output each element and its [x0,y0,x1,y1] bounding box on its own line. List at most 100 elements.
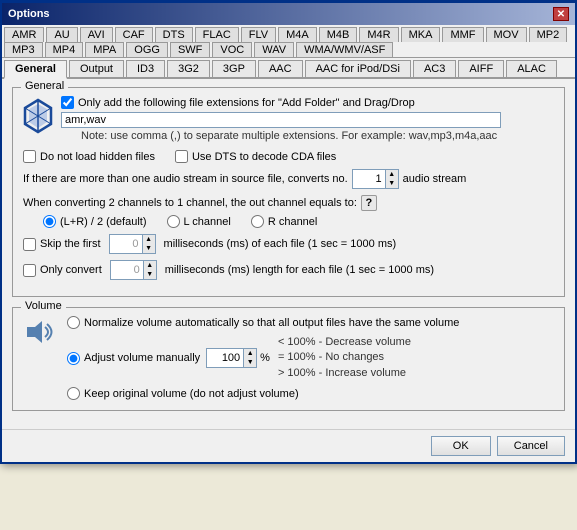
tab-caf[interactable]: CAF [115,27,153,42]
tab-aac[interactable]: AAC [258,60,303,77]
add-folder-label: Only add the following file extensions f… [78,97,415,109]
general-group-title: General [21,80,68,92]
tab-general[interactable]: General [4,60,67,79]
adjust-input[interactable] [207,349,243,367]
tab-avi[interactable]: AVI [80,27,113,42]
adjust-radio-row: Adjust volume manually [67,352,200,365]
channel-r-radio[interactable] [251,215,264,228]
skip-first-down[interactable]: ▼ [143,244,155,253]
channel-label-row: When converting 2 channels to 1 channel,… [23,195,554,211]
skip-first-up[interactable]: ▲ [143,235,155,244]
adjust-radio[interactable] [67,352,80,365]
extensions-input[interactable] [61,112,501,128]
tab-wma[interactable]: WMA/WMV/ASF [296,42,393,57]
tab-swf[interactable]: SWF [170,42,210,57]
audio-stream-up[interactable]: ▲ [386,170,398,179]
volume-group-title: Volume [21,300,66,312]
tab-mpa[interactable]: MPA [85,42,124,57]
tab-flac[interactable]: FLAC [195,27,239,42]
volume-notes: < 100% - Decrease volume = 100% - No cha… [278,335,411,381]
dts-row: Use DTS to decode CDA files [175,150,336,163]
only-convert-spinner[interactable]: ▲ ▼ [110,260,157,280]
adjust-spinner[interactable]: ▲ ▼ [206,348,257,368]
channel-l-radio[interactable] [167,215,180,228]
only-convert-down[interactable]: ▼ [144,270,156,279]
volume-icon [23,316,55,354]
add-folder-checkbox[interactable] [61,96,74,109]
add-folder-row: Only add the following file extensions f… [23,96,554,142]
tab-id3[interactable]: ID3 [126,60,165,77]
tab-3gp[interactable]: 3GP [212,60,256,77]
hidden-files-row: Do not load hidden files [23,150,155,163]
skip-first-checkbox[interactable] [23,238,36,251]
audio-stream-suffix: audio stream [403,173,467,185]
keep-original-radio[interactable] [67,387,80,400]
audio-stream-label: If there are more than one audio stream … [23,173,348,185]
tab-amr[interactable]: AMR [4,27,44,42]
extensions-row [61,112,554,128]
volume-section: Normalize volume automatically so that a… [23,316,554,400]
cancel-button[interactable]: Cancel [497,436,565,456]
help-button[interactable]: ? [361,195,377,211]
tab-m4r[interactable]: M4R [359,27,398,42]
only-convert-up[interactable]: ▲ [144,261,156,270]
tab-flv[interactable]: FLV [241,27,276,42]
ok-button[interactable]: OK [431,436,491,456]
tab-wav[interactable]: WAV [254,42,294,57]
only-convert-checkbox[interactable] [23,264,36,277]
only-convert-row: Only convert ▲ ▼ milliseconds (ms) lengt… [23,260,554,280]
audio-stream-spin-btns: ▲ ▼ [385,170,398,188]
tab-m4b[interactable]: M4B [319,27,358,42]
dts-checkbox[interactable] [175,150,188,163]
options-dialog: Options ✕ AMR AU AVI CAF DTS FLAC FLV M4… [0,0,577,464]
tab-mp3[interactable]: MP3 [4,42,43,57]
audio-stream-spinner[interactable]: ▲ ▼ [352,169,399,189]
tab-mka[interactable]: MKA [401,27,441,42]
channel-r-row: R channel [251,215,318,228]
only-convert-suffix: milliseconds (ms) length for each file (… [165,264,434,276]
tab-alac[interactable]: ALAC [506,60,557,77]
keep-original-row: Keep original volume (do not adjust volu… [67,387,554,400]
skip-first-row: Skip the first ▲ ▼ milliseconds (ms) of … [23,234,554,254]
tab-aac-ipod[interactable]: AAC for iPod/DSi [305,60,411,77]
tab-mp4[interactable]: MP4 [45,42,84,57]
adjust-up[interactable]: ▲ [244,349,256,358]
hidden-files-checkbox[interactable] [23,150,36,163]
skip-first-suffix: milliseconds (ms) of each file (1 sec = … [164,238,397,250]
channel-lr-radio[interactable] [43,215,56,228]
hidden-files-label: Do not load hidden files [40,151,155,163]
tab-output[interactable]: Output [69,60,124,77]
channel-lr-row: (L+R) / 2 (default) [43,215,147,228]
audio-stream-down[interactable]: ▼ [386,179,398,188]
adjust-down[interactable]: ▼ [244,358,256,367]
close-button[interactable]: ✕ [553,7,569,21]
tab-mp2[interactable]: MP2 [529,27,568,42]
tab-3g2[interactable]: 3G2 [167,60,210,77]
audio-stream-input[interactable] [353,170,385,188]
skip-first-spinner[interactable]: ▲ ▼ [109,234,156,254]
tab-dts[interactable]: DTS [155,27,193,42]
add-folder-check-row: Only add the following file extensions f… [61,96,554,109]
skip-checkbox-row: Skip the first [23,238,101,251]
tab-voc[interactable]: VOC [212,42,252,57]
footer: OK Cancel [2,429,575,462]
only-convert-input[interactable] [111,261,143,279]
tab-au[interactable]: AU [46,27,77,42]
options-checkboxes-row: Do not load hidden files Use DTS to deco… [23,150,554,163]
adjust-row: Adjust volume manually ▲ ▼ % < 100% - De… [67,335,554,381]
normalize-radio[interactable] [67,316,80,329]
tab-ogg[interactable]: OGG [126,42,168,57]
skip-first-input[interactable] [110,235,142,253]
volume-options: Normalize volume automatically so that a… [67,316,554,400]
tab-mov[interactable]: MOV [486,27,527,42]
tab-ac3[interactable]: AC3 [413,60,456,77]
volume-note-2: = 100% - No changes [278,350,411,365]
tab-mmf[interactable]: MMF [442,27,483,42]
title-bar: Options ✕ [2,3,575,25]
normalize-label: Normalize volume automatically so that a… [84,317,459,329]
only-convert-spin-btns: ▲ ▼ [143,261,156,279]
tab-aiff[interactable]: AIFF [458,60,504,77]
tab-m4a[interactable]: M4A [278,27,317,42]
channel-l-label: L channel [184,216,231,228]
adjust-pct: % [260,352,270,364]
